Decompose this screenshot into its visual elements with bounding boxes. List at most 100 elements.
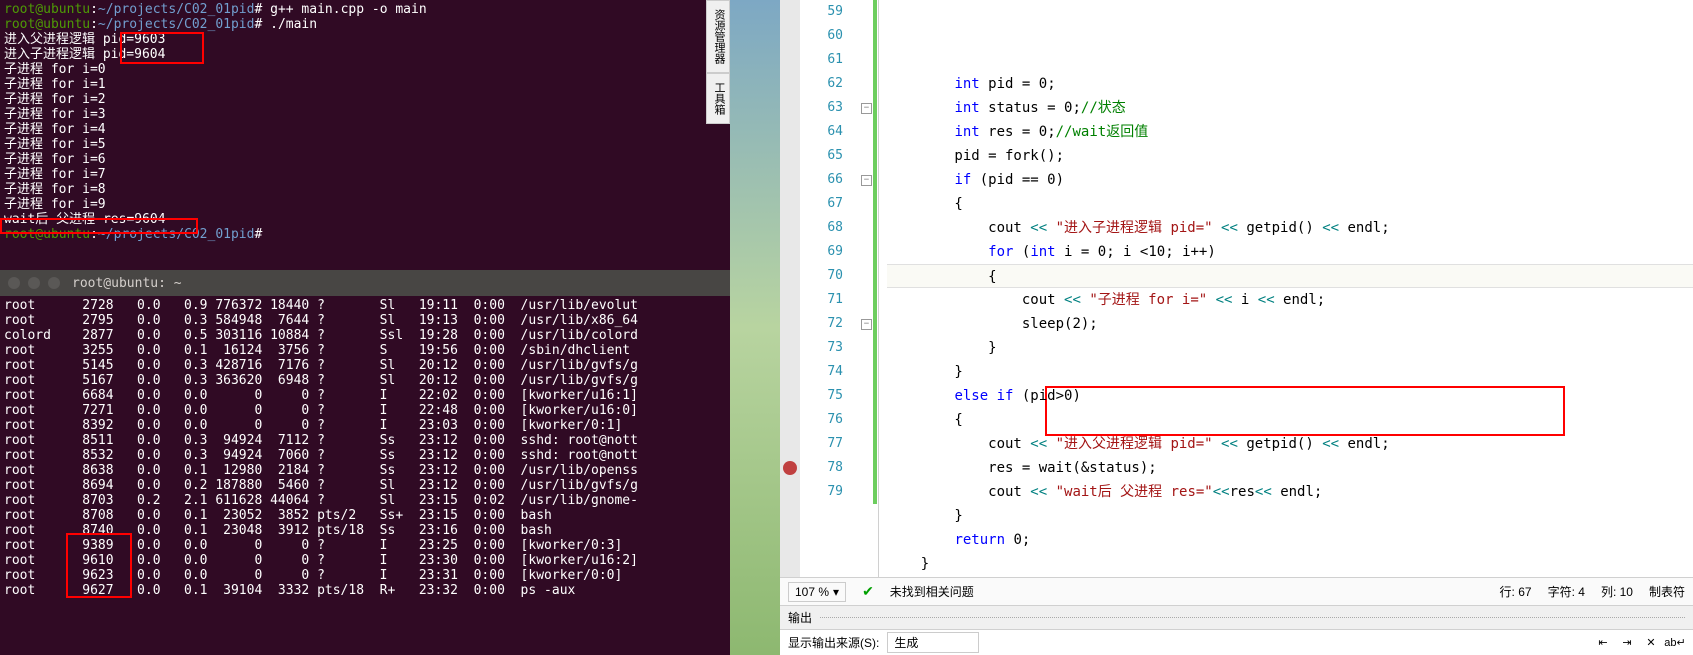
output-source-select[interactable]: 生成 [887,632,979,653]
line-number-gutter: 5960616263646566676869707172737475767778… [800,0,855,577]
line-number: 69 [800,240,843,264]
line-number: 77 [800,432,843,456]
zoom-selector[interactable]: 107 % ▾ [788,582,846,602]
ps-row: root 5145 0.0 0.3 428716 7176 ? Sl 20:12… [4,358,726,373]
close-icon[interactable] [8,277,20,289]
terminal-bottom[interactable]: root 2728 0.0 0.9 776372 18440 ? Sl 19:1… [0,296,730,655]
ps-row: root 7271 0.0 0.0 0 0 ? I 22:48 0:00 [kw… [4,403,726,418]
output-panel-header[interactable]: 输出 [780,605,1693,629]
code-line[interactable]: } [887,336,1693,360]
code-line[interactable]: int status = 0;//状态 [887,96,1693,120]
check-icon: ✔ [862,583,874,600]
terminal-output-line: 子进程 for i=6 [4,152,726,167]
code-line[interactable]: cout << "子进程 for i=" << i << endl; [887,288,1693,312]
terminal-top[interactable]: root@ubuntu:~/projects/C02_01pid# g++ ma… [0,0,730,270]
output-wrap-icon[interactable]: ab↵ [1665,633,1685,653]
code-line[interactable]: for (int i = 0; i <10; i++) [887,240,1693,264]
ps-row: root 3255 0.0 0.1 16124 3756 ? S 19:56 0… [4,343,726,358]
terminal-output-line: 子进程 for i=1 [4,77,726,92]
line-number: 72 [800,312,843,336]
code-line[interactable]: res = wait(&status); [887,456,1693,480]
terminal2-titlebar[interactable]: root@ubuntu: ~ [0,270,730,296]
terminal-output-line: 进入父进程逻辑 pid=9603 [4,32,726,47]
line-number: 65 [800,144,843,168]
terminal-output-line: 子进程 for i=3 [4,107,726,122]
ps-row: root 8694 0.0 0.2 187880 5460 ? Sl 23:12… [4,478,726,493]
line-number: 70 [800,264,843,288]
status-issues: 未找到相关问题 [890,583,974,600]
output-clear-icon[interactable]: ✕ [1641,633,1661,653]
line-number: 63 [800,96,843,120]
code-line[interactable]: } [887,552,1693,576]
terminal-output-line: 进入子进程逻辑 pid=9604 [4,47,726,62]
line-number: 67 [800,192,843,216]
breakpoint-icon[interactable] [783,461,797,475]
code-line[interactable]: int res = 0;//wait返回值 [887,120,1693,144]
terminal-output-line: 子进程 for i=8 [4,182,726,197]
maximize-icon[interactable] [48,277,60,289]
ps-row: root 8392 0.0 0.0 0 0 ? I 23:03 0:00 [kw… [4,418,726,433]
fold-minus-icon[interactable]: − [861,103,872,114]
line-number: 66 [800,168,843,192]
code-line[interactable]: cout << "wait后 父进程 res="<<res<< endl; [887,480,1693,504]
splitter[interactable] [730,0,780,655]
output-next-icon[interactable]: ⇥ [1617,633,1637,653]
status-bar: 107 % ▾ ✔ 未找到相关问题 行: 67 字符: 4 列: 10 制表符 [780,577,1693,605]
breakpoint-gutter[interactable] [780,0,800,577]
terminal-output-line: 子进程 for i=2 [4,92,726,107]
code-line[interactable]: } [887,504,1693,528]
ps-row: root 8708 0.0 0.1 23052 3852 pts/2 Ss+ 2… [4,508,726,523]
fold-minus-icon[interactable]: − [861,319,872,330]
terminal-output-line: 子进程 for i=0 [4,62,726,77]
output-prev-icon[interactable]: ⇤ [1593,633,1613,653]
fold-gutter[interactable]: − − − [855,0,879,577]
line-number: 64 [800,120,843,144]
line-number: 79 [800,480,843,504]
annotation-box-ps [66,533,132,598]
code-line[interactable]: int pid = 0; [887,72,1693,96]
tab-explorer[interactable]: 资源管理器 [706,0,730,73]
ps-row: root 2728 0.0 0.9 776372 18440 ? Sl 19:1… [4,298,726,313]
prompt-user: root@ubuntu [4,2,90,17]
terminal-output-line: 子进程 for i=5 [4,137,726,152]
chevron-down-icon: ▾ [833,585,839,599]
code-editor[interactable]: 5960616263646566676869707172737475767778… [780,0,1693,577]
ps-row: root 5167 0.0 0.3 363620 6948 ? Sl 20:12… [4,373,726,388]
ps-row: root 2795 0.0 0.3 584948 7644 ? Sl 19:13… [4,313,726,328]
ps-row: colord 2877 0.0 0.5 303116 10884 ? Ssl 1… [4,328,726,343]
ps-row: root 8638 0.0 0.1 12980 2184 ? Ss 23:12 … [4,463,726,478]
code-line[interactable]: cout << "进入子进程逻辑 pid=" << getpid() << en… [887,216,1693,240]
code-line[interactable]: else if (pid>0) [887,384,1693,408]
terminal-output-line: 子进程 for i=4 [4,122,726,137]
line-number: 68 [800,216,843,240]
status-tabs: 制表符 [1649,583,1685,600]
fold-minus-icon[interactable]: − [861,175,872,186]
line-number: 61 [800,48,843,72]
code-line[interactable]: if (pid == 0) [887,168,1693,192]
tab-toolbox[interactable]: 工具箱 [706,73,730,124]
code-line[interactable]: { [887,264,1693,288]
line-number: 59 [800,0,843,24]
code-line[interactable]: return 0; [887,528,1693,552]
minimize-icon[interactable] [28,277,40,289]
line-number: 62 [800,72,843,96]
output-panel-body: 显示输出来源(S): 生成 ⇤ ⇥ ✕ ab↵ [780,629,1693,655]
code-line[interactable]: pid = fork(); [887,144,1693,168]
code-line[interactable]: { [887,192,1693,216]
terminal-output-line: 子进程 for i=7 [4,167,726,182]
code-line[interactable]: } [887,360,1693,384]
code-line[interactable]: sleep(2); [887,312,1693,336]
line-number: 75 [800,384,843,408]
ps-row: root 6684 0.0 0.0 0 0 ? I 22:02 0:00 [kw… [4,388,726,403]
ps-row: root 8511 0.0 0.3 94924 7112 ? Ss 23:12 … [4,433,726,448]
ps-row: root 8532 0.0 0.3 94924 7060 ? Ss 23:12 … [4,448,726,463]
line-number: 76 [800,408,843,432]
output-source-label: 显示输出来源(S): [788,634,879,651]
line-number: 78 [800,456,843,480]
code-line[interactable]: { [887,408,1693,432]
line-number: 60 [800,24,843,48]
line-number: 74 [800,360,843,384]
code-content[interactable]: int pid = 0; int status = 0;//状态 int res… [879,0,1693,577]
line-number: 71 [800,288,843,312]
code-line[interactable]: cout << "进入父进程逻辑 pid=" << getpid() << en… [887,432,1693,456]
